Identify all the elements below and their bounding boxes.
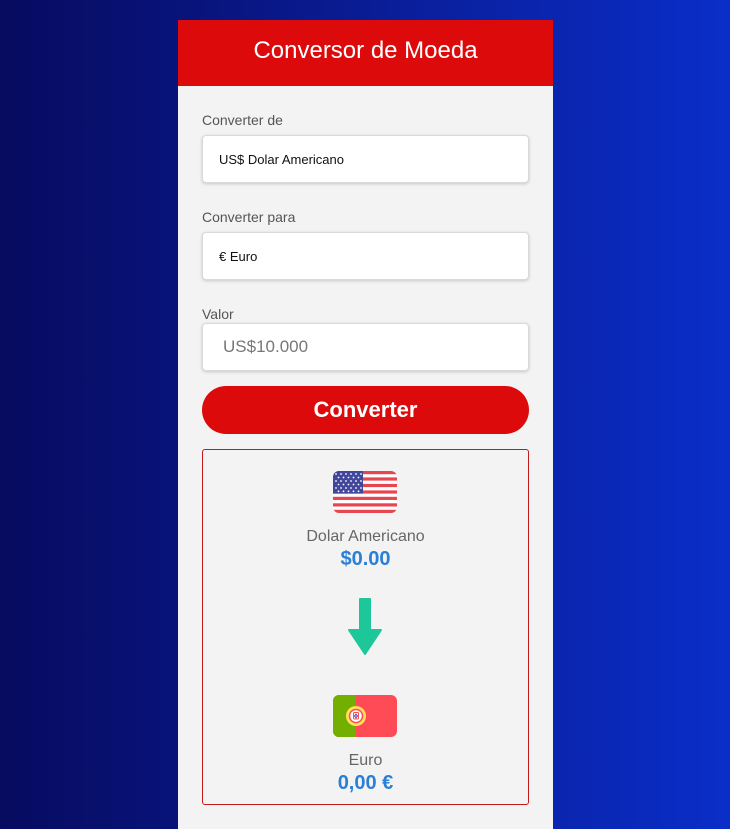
page-title: Conversor de Moeda — [253, 37, 478, 64]
to-currency-select[interactable]: € Euro — [202, 232, 529, 280]
to-amount: 0,00 € — [337, 772, 394, 794]
convert-button[interactable]: Converter — [202, 386, 529, 434]
converter-panel: Conversor de Moeda Converter de US$ Dola… — [178, 20, 553, 829]
app-header: Conversor de Moeda — [178, 20, 553, 86]
from-amount: $0.00 — [340, 548, 391, 570]
usa-flag-icon — [333, 471, 397, 513]
arrow-down-icon — [348, 598, 382, 656]
to-currency-name: Euro — [348, 752, 383, 769]
to-currency-selected-value: € Euro — [219, 248, 258, 264]
from-currency-label: Converter de — [202, 112, 283, 128]
value-input[interactable] — [202, 323, 529, 371]
from-currency-select[interactable]: US$ Dolar Americano — [202, 135, 529, 183]
from-currency-name: Dolar Americano — [306, 528, 425, 545]
to-currency-label: Converter para — [202, 209, 296, 225]
from-currency-selected-value: US$ Dolar Americano — [219, 151, 344, 167]
result-box: Dolar Americano $0.00 Euro 0,00 € — [202, 449, 529, 805]
value-label: Valor — [202, 306, 234, 322]
portugal-flag-icon — [333, 695, 397, 737]
